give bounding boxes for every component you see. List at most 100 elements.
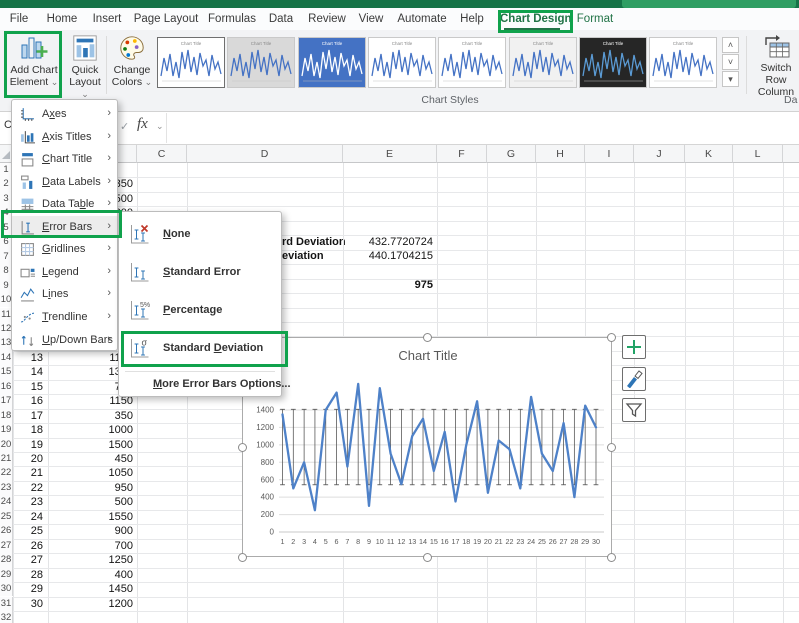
cell-a15[interactable]: 14 — [13, 366, 43, 378]
chart-style-thumbnail-6[interactable]: Chart Title — [508, 37, 577, 88]
chart-filters-button[interactable] — [622, 398, 646, 422]
chart-style-thumbnail-7[interactable]: Chart Title — [578, 37, 647, 88]
cell-b21[interactable]: 450 — [48, 453, 133, 465]
cell-b29[interactable]: 400 — [48, 569, 133, 581]
cell-b22[interactable]: 1050 — [48, 467, 133, 479]
gallery-more-button[interactable]: ▾ — [722, 71, 739, 87]
row-header-22[interactable]: 22 — [0, 466, 13, 481]
column-header-H[interactable]: H — [536, 145, 585, 163]
submenu-item-percentage[interactable]: 5% Percentage — [119, 292, 281, 330]
cell-a30[interactable]: 29 — [13, 583, 43, 595]
submenu-item-standard-error[interactable]: Standard Error — [119, 254, 281, 292]
chart-style-thumbnail-2[interactable]: Chart Title — [227, 37, 296, 88]
enter-check-icon[interactable]: ✓ — [120, 120, 129, 133]
row-header-25[interactable]: 25 — [0, 509, 13, 525]
menu-item-trendline[interactable]: Trendline › — [12, 306, 117, 329]
column-header-C[interactable]: C — [137, 145, 187, 163]
submenu-item-more-error-bars-options[interactable]: More Error Bars Options... — [119, 374, 291, 396]
menu-item-error-bars[interactable]: Error Bars › — [12, 215, 117, 239]
row-header-29[interactable]: 29 — [0, 567, 13, 583]
chart-handle-top-right[interactable] — [607, 333, 616, 342]
gallery-scroll-down-button[interactable]: ˅ — [722, 54, 739, 70]
tab-insert[interactable]: Insert — [88, 8, 126, 30]
menu-item-chart-title[interactable]: Chart Title › — [12, 148, 117, 171]
switch-row-column-button[interactable]: Switch Row Column — [750, 33, 799, 97]
quick-layout-button[interactable]: Quick Layout ⌄ — [65, 33, 105, 99]
cell-a21[interactable]: 20 — [13, 453, 43, 465]
row-header-27[interactable]: 27 — [0, 538, 13, 554]
column-header-J[interactable]: J — [634, 145, 685, 163]
row-header-14[interactable]: 14 — [0, 350, 13, 366]
cell-b25[interactable]: 1550 — [48, 511, 133, 523]
row-header-30[interactable]: 30 — [0, 582, 13, 597]
menu-item-gridlines[interactable]: Gridlines › — [12, 238, 117, 261]
tab-automate[interactable]: Automate — [394, 8, 450, 30]
chart-style-thumbnail-4[interactable]: Chart Title — [367, 37, 436, 88]
chart-handle-bottom-left[interactable] — [238, 553, 247, 562]
cell-e9-mean-value[interactable]: 975 — [343, 279, 433, 291]
row-header-31[interactable]: 31 — [0, 596, 13, 611]
tab-home[interactable]: Home — [44, 8, 80, 30]
row-header-23[interactable]: 23 — [0, 480, 13, 496]
cell-a23[interactable]: 22 — [13, 482, 43, 494]
row-header-32[interactable]: 32 — [0, 610, 13, 623]
cell-a20[interactable]: 19 — [13, 439, 43, 451]
menu-item-axes[interactable]: Axes › — [12, 103, 117, 126]
cell-a22[interactable]: 21 — [13, 467, 43, 479]
tab-format[interactable]: Format — [572, 8, 618, 30]
cell-a27[interactable]: 26 — [13, 540, 43, 552]
tab-view[interactable]: View — [355, 8, 387, 30]
tab-formulas[interactable]: Formulas — [205, 8, 259, 30]
menu-item-up-down-bars[interactable]: Up/Down Bars › — [12, 329, 117, 352]
cell-a25[interactable]: 24 — [13, 511, 43, 523]
cell-e7-value[interactable]: 440.1704215 — [343, 250, 433, 262]
cell-d7-label[interactable]: eviation — [282, 250, 324, 262]
column-header-E[interactable]: E — [343, 145, 437, 163]
cell-b31[interactable]: 1200 — [48, 598, 133, 610]
menu-item-lines[interactable]: Lines › — [12, 283, 117, 306]
cell-b19[interactable]: 1000 — [48, 424, 133, 436]
row-header-21[interactable]: 21 — [0, 452, 13, 467]
row-header-16[interactable]: 16 — [0, 379, 13, 395]
cell-a26[interactable]: 25 — [13, 525, 43, 537]
chart-handle-mid-left[interactable] — [238, 443, 247, 452]
row-header-20[interactable]: 20 — [0, 437, 13, 452]
cell-b18[interactable]: 350 — [48, 410, 133, 422]
cell-a16[interactable]: 15 — [13, 381, 43, 393]
chart-style-thumbnail-8[interactable]: Chart Title — [649, 37, 718, 88]
column-header-L[interactable]: L — [733, 145, 783, 163]
cell-b28[interactable]: 1250 — [48, 554, 133, 566]
row-header-28[interactable]: 28 — [0, 553, 13, 568]
tab-page-layout[interactable]: Page Layout — [132, 8, 200, 30]
submenu-item-standard-deviation[interactable]: σ Standard Deviation — [119, 330, 281, 368]
menu-item-data-labels[interactable]: Data Labels › — [12, 171, 117, 194]
menu-item-axis-titles[interactable]: Axis Titles › — [12, 126, 117, 149]
cell-a31[interactable]: 30 — [13, 598, 43, 610]
row-header-15[interactable]: 15 — [0, 365, 13, 380]
tab-data[interactable]: Data — [265, 8, 297, 30]
cell-a19[interactable]: 18 — [13, 424, 43, 436]
chart-handle-top-center[interactable] — [423, 333, 432, 342]
column-header-F[interactable]: F — [437, 145, 487, 163]
column-header-G[interactable]: G — [487, 145, 536, 163]
tab-file[interactable]: File — [6, 8, 32, 30]
column-header-D[interactable]: D — [187, 145, 343, 163]
menu-item-legend[interactable]: Legend › — [12, 261, 117, 284]
cell-a29[interactable]: 28 — [13, 569, 43, 581]
chart-style-thumbnail-1[interactable]: Chart Title — [157, 37, 225, 88]
row-header-18[interactable]: 18 — [0, 408, 13, 424]
chart-style-thumbnail-3[interactable]: Chart Title — [297, 37, 366, 88]
insert-function-icon[interactable]: fx — [137, 116, 148, 133]
row-header-24[interactable]: 24 — [0, 495, 13, 510]
cell-a18[interactable]: 17 — [13, 410, 43, 422]
cell-e6-value[interactable]: 432.7720724 — [343, 236, 433, 248]
tab-help[interactable]: Help — [457, 8, 487, 30]
column-header-I[interactable]: I — [585, 145, 634, 163]
tab-review[interactable]: Review — [304, 8, 350, 30]
formula-input[interactable] — [166, 113, 799, 143]
cell-b30[interactable]: 1450 — [48, 583, 133, 595]
gallery-scroll-up-button[interactable]: ˄ — [722, 37, 739, 53]
change-colors-button[interactable]: Change Colors ⌄ — [109, 33, 155, 97]
chart-style-thumbnail-5[interactable]: Chart Title — [438, 37, 507, 88]
embedded-chart[interactable]: Chart Title 0 200 400 600 800 1000 1200 1400 1 2 3 4… — [242, 337, 612, 557]
